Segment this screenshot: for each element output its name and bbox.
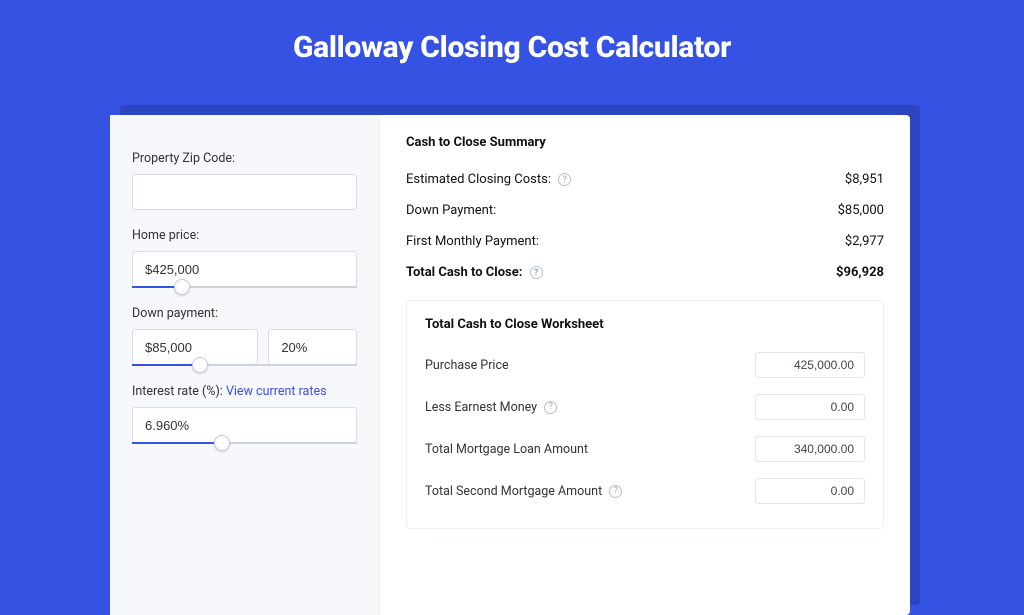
worksheet-row-label: Less Earnest Money (425, 400, 537, 415)
down-payment-slider[interactable] (132, 364, 357, 366)
interest-slider-thumb[interactable] (214, 435, 230, 451)
worksheet-row: Total Second Mortgage Amount ? (425, 470, 865, 512)
worksheet-row-value[interactable] (755, 394, 865, 420)
help-icon[interactable]: ? (609, 485, 622, 498)
zip-input[interactable] (132, 174, 357, 210)
home-price-slider[interactable] (132, 286, 357, 288)
summary-row-label: First Monthly Payment: (406, 234, 539, 249)
summary-row: Down Payment: $85,000 (406, 195, 884, 226)
down-payment-slider-fill (132, 364, 200, 366)
zip-label: Property Zip Code: (132, 151, 357, 166)
help-icon[interactable]: ? (544, 401, 557, 414)
summary-row-label: Down Payment: (406, 203, 496, 218)
zip-field-group: Property Zip Code: (132, 151, 357, 210)
summary-total-label: Total Cash to Close: (406, 265, 522, 280)
calculator-card: Property Zip Code: Home price: Down paym… (110, 115, 910, 615)
summary-row: First Monthly Payment: $2,977 (406, 226, 884, 257)
home-price-label: Home price: (132, 228, 357, 243)
summary-total-value: $96,928 (836, 265, 884, 280)
home-price-slider-thumb[interactable] (174, 279, 190, 295)
home-price-field-group: Home price: (132, 228, 357, 288)
summary-heading: Cash to Close Summary (406, 135, 884, 150)
interest-input[interactable] (132, 407, 357, 443)
summary-row-value: $8,951 (845, 172, 884, 187)
interest-field-group: Interest rate (%): View current rates (132, 384, 357, 444)
interest-label-text: Interest rate (%): (132, 384, 226, 399)
worksheet-row-label: Total Mortgage Loan Amount (425, 442, 588, 457)
worksheet-row-label: Total Second Mortgage Amount (425, 484, 602, 499)
worksheet-row-value[interactable] (755, 352, 865, 378)
interest-label: Interest rate (%): View current rates (132, 384, 357, 399)
help-icon[interactable]: ? (558, 173, 571, 186)
results-pane: Cash to Close Summary Estimated Closing … (380, 115, 910, 615)
worksheet-row-label: Purchase Price (425, 358, 509, 373)
worksheet-panel: Total Cash to Close Worksheet Purchase P… (406, 300, 884, 529)
page-title: Galloway Closing Cost Calculator (0, 0, 1024, 65)
worksheet-row: Purchase Price (425, 344, 865, 386)
summary-row: Estimated Closing Costs: ? $8,951 (406, 164, 884, 195)
worksheet-row-value[interactable] (755, 478, 865, 504)
interest-slider[interactable] (132, 442, 357, 444)
worksheet-row: Less Earnest Money ? (425, 386, 865, 428)
interest-slider-fill (132, 442, 222, 444)
summary-row-label: Estimated Closing Costs: (406, 172, 551, 187)
summary-row-value: $2,977 (845, 234, 884, 249)
down-payment-label: Down payment: (132, 306, 357, 321)
summary-total-row: Total Cash to Close: ? $96,928 (406, 257, 884, 288)
down-payment-pct-input[interactable] (268, 329, 357, 365)
down-payment-slider-thumb[interactable] (192, 357, 208, 373)
summary-row-value: $85,000 (838, 203, 884, 218)
home-price-input[interactable] (132, 251, 357, 287)
worksheet-row-value[interactable] (755, 436, 865, 462)
inputs-pane: Property Zip Code: Home price: Down paym… (110, 115, 380, 615)
down-payment-field-group: Down payment: (132, 306, 357, 366)
view-rates-link[interactable]: View current rates (226, 384, 327, 399)
help-icon[interactable]: ? (530, 266, 543, 279)
worksheet-heading: Total Cash to Close Worksheet (425, 317, 865, 332)
worksheet-row: Total Mortgage Loan Amount (425, 428, 865, 470)
